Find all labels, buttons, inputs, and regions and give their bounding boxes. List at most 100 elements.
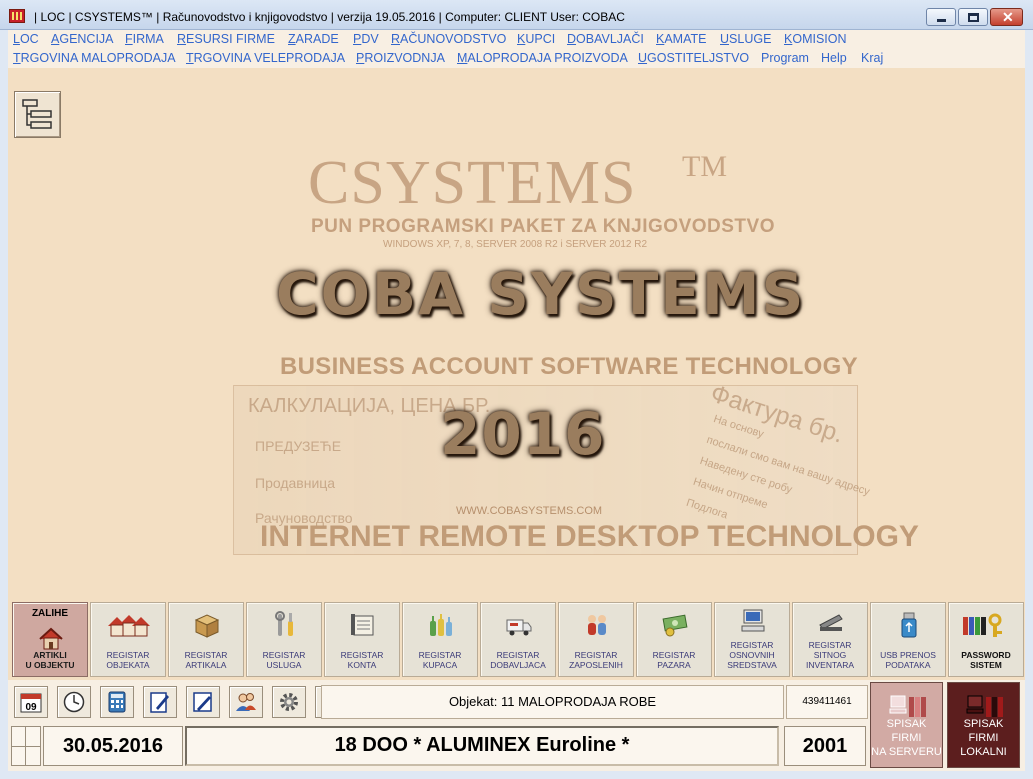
menu-loc[interactable]: LOC <box>13 32 39 46</box>
calendar-button[interactable]: 09 <box>14 686 48 718</box>
register-toolbar: ZALIHE ARTIKLI U OBJEKTU REGISTAR OBJEKATA <box>8 600 1025 680</box>
gear-icon <box>280 693 298 711</box>
tool-label: REGISTAR KONTA <box>340 650 384 670</box>
window-title: | LOC | CSYSTEMS™ | Računovodstvo i knji… <box>34 10 625 24</box>
supported-platforms: WINDOWS XP, 7, 8, SERVER 2008 R2 i SERVE… <box>383 239 648 250</box>
menu-dobavljaci[interactable]: DOBAVLJAČI <box>567 32 644 46</box>
menu-agencija[interactable]: AGENCIJA <box>51 32 114 46</box>
tool-label: ARTIKLI U OBJEKTU <box>25 650 75 670</box>
menu-program[interactable]: Program <box>761 51 809 65</box>
users-icon <box>236 693 256 711</box>
settings-button[interactable] <box>272 686 306 718</box>
menu-help[interactable]: Help <box>821 51 847 65</box>
menu-maloprodaja-proizvoda[interactable]: MALOPRODAJA PROIZVODA <box>457 51 628 65</box>
tool-label: REGISTAR PAZARA <box>652 650 696 670</box>
registar-osnovnih-sredstava-button[interactable]: REGISTAR OSNOVNIH SREDSTAVA <box>714 602 790 677</box>
tool-title: ZALIHE <box>31 608 69 619</box>
brand-tagline: PUN PROGRAMSKI PAKET ZA KNJIGOVODSTVO <box>311 216 775 237</box>
tool-label: REGISTAR ARTIKALA <box>184 650 228 670</box>
clock-icon <box>63 691 85 713</box>
registar-dobavljaca-button[interactable]: REGISTAR DOBAVLJACA <box>480 602 556 677</box>
calculator-button[interactable] <box>100 686 134 718</box>
box-icon <box>194 614 220 638</box>
tool-label: REGISTAR KUPACA <box>418 650 462 670</box>
minimize-button[interactable] <box>926 8 956 26</box>
menu-kupci[interactable]: KUPCI <box>517 32 555 46</box>
fiscal-year[interactable]: 2001 <box>784 726 866 766</box>
registar-artikala-button[interactable]: REGISTAR ARTIKALA <box>168 602 244 677</box>
menu-usluge[interactable]: USLUGE <box>720 32 771 46</box>
close-button[interactable]: ✕ <box>990 8 1023 26</box>
menu-trgovina-maloprodaja[interactable]: TRGOVINA MALOPRODAJA <box>13 51 176 65</box>
registar-konta-button[interactable]: REGISTAR KONTA <box>324 602 400 677</box>
menu-bar-row-2: TRGOVINA MALOPRODAJA TRGOVINA VELEPRODAJ… <box>8 49 1025 68</box>
people-icon <box>588 615 606 635</box>
usb-icon <box>901 612 917 638</box>
menu-komision[interactable]: KOMISION <box>784 32 847 46</box>
menu-pdv[interactable]: PDV <box>353 32 379 46</box>
trademark-mark: TM <box>682 150 727 183</box>
zalihe-artikli-button[interactable]: ZALIHE ARTIKLI U OBJEKTU <box>12 602 88 677</box>
tool-label: REGISTAR OSNOVNIH SREDSTAVA <box>727 640 777 670</box>
current-date[interactable]: 30.05.2016 <box>43 726 183 766</box>
tool-label: REGISTAR SITNOG INVENTARA <box>805 640 855 670</box>
maximize-icon <box>968 13 979 22</box>
registar-usluga-button[interactable]: REGISTAR USLUGA <box>246 602 322 677</box>
grid-box[interactable] <box>11 726 41 766</box>
menu-kamate[interactable]: KAMATE <box>656 32 706 46</box>
menu-resursi-firme[interactable]: RESURSI FIRME <box>177 32 275 46</box>
menu-ugostiteljstvo[interactable]: UGOSTITELJSTVO <box>638 51 749 65</box>
menu-firma[interactable]: FIRMA <box>125 32 164 46</box>
menu-kraj[interactable]: Kraj <box>861 51 883 65</box>
minimize-icon <box>937 19 946 22</box>
truck-icon <box>506 619 532 636</box>
ghost-document-row: Продавница <box>255 475 336 491</box>
maximize-button[interactable] <box>958 8 988 26</box>
splash-logo: КАЛКУЛАЦИЈА, ЦЕНА БР. ПРЕДУЗЕЋЕ Продавни… <box>8 110 1025 600</box>
company-subtitle: BUSINESS ACCOUNT SOFTWARE TECHNOLOGY <box>280 353 858 380</box>
users-button[interactable] <box>229 686 263 718</box>
splash-footer: INTERNET REMOTE DESKTOP TECHNOLOGY <box>260 520 919 553</box>
menu-zarade[interactable]: ZARADE <box>288 32 339 46</box>
registar-kupaca-button[interactable]: REGISTAR KUPACA <box>402 602 478 677</box>
splash-year: 2016 <box>440 400 606 468</box>
clock-button[interactable] <box>57 686 91 718</box>
website-label: WWW.COBASYSTEMS.COM <box>456 505 603 517</box>
tool-label: REGISTAR OBJEKATA <box>106 650 150 670</box>
money-icon <box>662 614 688 637</box>
calculator-icon <box>108 691 126 713</box>
menu-racunovodstvo[interactable]: RAČUNOVODSTVO <box>391 32 506 46</box>
tool-label: REGISTAR USLUGA <box>262 650 306 670</box>
current-firm[interactable]: 18 DOO * ALUMINEX Euroline * <box>185 726 779 766</box>
local-firm-list-button[interactable]: SPISAK FIRMI LOKALNI <box>947 682 1020 768</box>
close-icon: ✕ <box>1002 9 1014 25</box>
ghost-document-row: ПРЕДУЗЕЋЕ <box>255 438 342 454</box>
password-sistem-button[interactable]: PASSWORD SISTEM <box>948 602 1024 677</box>
notepad-button[interactable] <box>143 686 177 718</box>
notepad-icon <box>150 692 169 713</box>
server-firm-list-button[interactable]: SPISAK FIRMI NA SERVERU <box>870 682 943 768</box>
menu-trgovina-veleprodaja[interactable]: TRGOVINA VELEPRODAJA <box>186 51 345 65</box>
keys-icon <box>963 613 1002 637</box>
registar-objekata-button[interactable]: REGISTAR OBJEKATA <box>90 602 166 677</box>
menu-proizvodnja[interactable]: PROIZVODNJA <box>356 51 445 65</box>
stapler-icon <box>819 614 843 631</box>
bottles-icon <box>430 614 452 636</box>
registar-zaposlenih-button[interactable]: REGISTAR ZAPOSLENIH <box>558 602 634 677</box>
server-button-label: SPISAK FIRMI NA SERVERU <box>871 718 942 758</box>
ledger-icon <box>351 614 374 636</box>
registar-sitnog-inventara-button[interactable]: REGISTAR SITNOG INVENTARA <box>792 602 868 677</box>
calendar-day: 09 <box>25 702 37 713</box>
tool-label: USB PRENOS PODATAKA <box>880 650 936 670</box>
usb-prenos-podataka-button[interactable]: USB PRENOS PODATAKA <box>870 602 946 677</box>
app-icon[interactable] <box>9 9 25 23</box>
brand-title: CSYSTEMS <box>308 149 637 217</box>
tools-icon <box>275 611 293 636</box>
registar-pazara-button[interactable]: REGISTAR PAZARA <box>636 602 712 677</box>
calendar-icon: 09 <box>20 693 42 713</box>
menu-bar-row-1: LOC AGENCIJA FIRMA RESURSI FIRME ZARADE … <box>8 30 1025 49</box>
pen-icon <box>193 692 212 712</box>
objekat-code: 439411461 <box>786 685 868 719</box>
pen-button[interactable] <box>186 686 220 718</box>
current-objekat: Objekat: 11 MALOPRODAJA ROBE <box>321 685 784 719</box>
